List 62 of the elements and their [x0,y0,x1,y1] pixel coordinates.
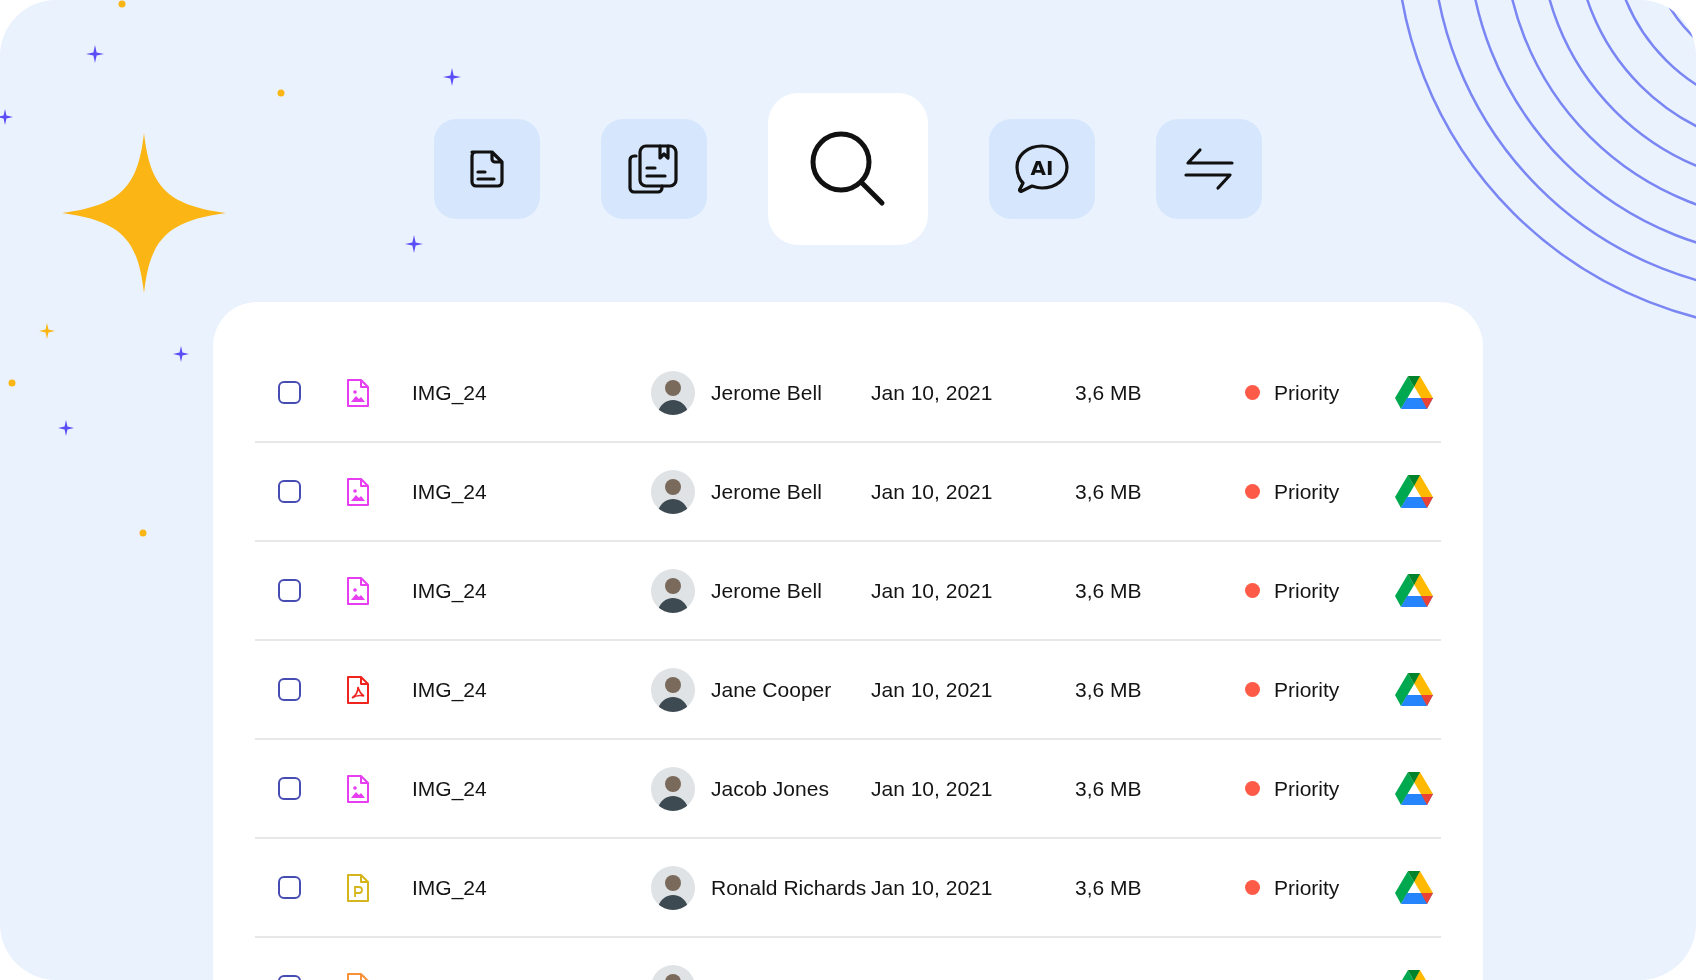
file-icon [345,773,371,804]
triangle-logo-icon [1395,772,1433,805]
toolbar-button[interactable] [601,119,707,219]
avatar [651,667,695,712]
avatar [651,469,695,514]
chat-icon: AI [1013,142,1071,196]
file-icon [345,872,371,903]
status-label: Priority [1274,776,1340,801]
status-label: Priority [1274,479,1340,504]
file-icon [345,476,371,507]
status-label: Priority [1274,677,1340,702]
checkbox[interactable] [278,480,301,503]
file-name: IMG_24 [412,479,488,504]
triangle-logo-icon [1395,574,1433,607]
file-name: IMG_24 [412,875,488,900]
date-text: Jan 10, 2021 [871,677,994,702]
status-label: Priority [1274,380,1340,405]
checkbox[interactable] [278,381,301,404]
toolbar-button[interactable]: AI [989,119,1095,219]
size-text: 3,6 MB [1075,479,1143,504]
checkbox[interactable] [278,579,301,602]
owner-name: Jerome Bell [711,380,822,405]
avatar [651,865,695,910]
triangle-logo-icon [1395,673,1433,706]
size-text: 3,6 MB [1075,578,1143,603]
status-label: Priority [1274,875,1340,900]
size-text: 3,6 MB [1075,380,1143,405]
avatar [651,766,695,811]
owner-name: Jane Cooper [711,677,832,702]
file-name: IMG_24 [412,677,488,702]
checkbox[interactable] [278,777,301,800]
triangle-logo-icon [1395,475,1433,508]
owner-name: Jerome Bell [711,479,822,504]
date-text: Jan 10, 2021 [871,380,994,405]
transfer-icon [1182,146,1236,192]
file-name: IMG_24 [412,776,488,801]
status-label: Priority [1274,578,1340,603]
date-text: Jan 10, 2021 [871,875,994,900]
file-icon [345,674,371,705]
date-text: Jan 10, 2021 [871,776,994,801]
owner-name: Ronald Richards [711,875,867,900]
size-text: 3,6 MB [1075,776,1143,801]
owner-name: Jacob Jones [711,776,829,801]
toolbar-button[interactable] [434,119,540,219]
search-button[interactable] [768,93,928,245]
checkbox[interactable] [278,678,301,701]
triangle-logo-icon [1395,376,1433,409]
size-text: 3,6 MB [1075,875,1143,900]
file-icon [345,575,371,606]
triangle-logo-icon [1395,871,1433,904]
file-name: IMG_24 [412,578,488,603]
date-text: Jan 10, 2021 [871,479,994,504]
avatar [651,370,695,415]
file-name: IMG_24 [412,380,488,405]
checkbox[interactable] [278,876,301,899]
date-text: Jan 10, 2021 [871,578,994,603]
avatar [651,568,695,613]
size-text: 3,6 MB [1075,677,1143,702]
toolbar-button[interactable] [1156,119,1262,219]
file-icon [345,377,371,408]
search-icon [809,130,887,208]
owner-name: Jerome Bell [711,578,822,603]
